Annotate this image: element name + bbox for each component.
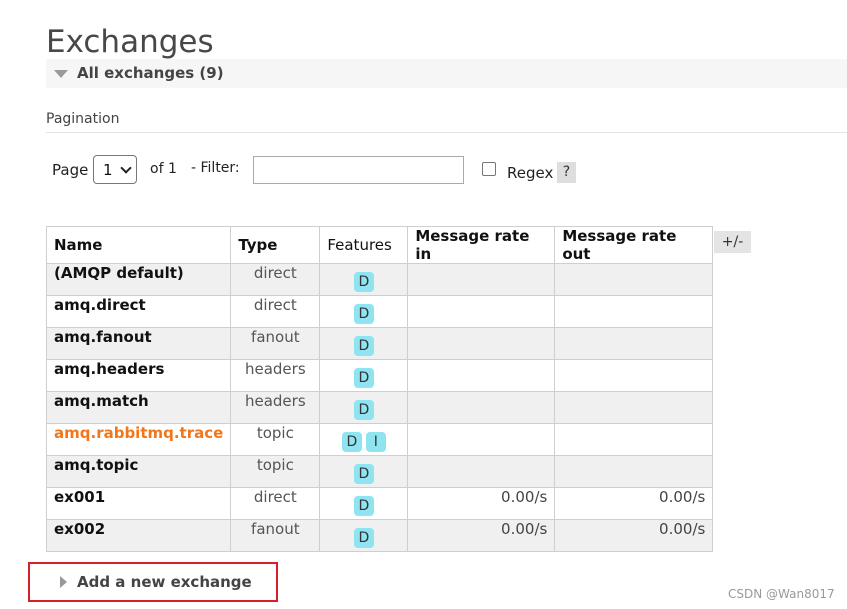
column-header-type[interactable]: Type (230, 226, 321, 264)
table-row[interactable]: ex002 fanout D 0.00/s 0.00/s (45, 519, 714, 552)
regex-checkbox[interactable] (482, 162, 496, 176)
filter-label: - Filter: (191, 160, 240, 176)
column-header-rate-out[interactable]: Message rate out (554, 226, 714, 264)
exchange-features: D (319, 519, 409, 552)
durable-badge: D (353, 527, 374, 548)
exchange-name-link[interactable]: ex002 (45, 519, 232, 552)
exchange-name-link[interactable]: amq.match (45, 391, 232, 424)
column-header-features: Features (319, 226, 409, 264)
table-header-row: Name Type Features Message rate in Messa… (45, 226, 714, 264)
table-row[interactable]: amq.headers headers D (45, 359, 714, 392)
durable-badge: D (353, 495, 374, 516)
page-select-value: 1 (103, 161, 113, 179)
table-row[interactable]: amq.fanout fanout D (45, 327, 714, 360)
exchange-features: D (319, 487, 409, 520)
message-rate-in (407, 327, 556, 360)
page-title: Exchanges (46, 24, 214, 60)
internal-badge: I (365, 431, 386, 452)
durable-badge: D (353, 335, 374, 356)
column-header-name[interactable]: Name (45, 226, 232, 264)
exchange-name-link[interactable]: amq.headers (45, 359, 232, 392)
message-rate-in (407, 391, 556, 424)
page-count-text: of 1 (150, 161, 177, 177)
toggle-columns-button[interactable]: +/- (714, 231, 751, 253)
all-exchanges-section-toggle[interactable]: All exchanges (9) (46, 59, 847, 88)
exchange-type: fanout (230, 519, 321, 552)
regex-label: Regex (507, 164, 554, 182)
pagination-divider (46, 132, 847, 133)
durable-badge: D (353, 399, 374, 420)
exchange-name-link[interactable]: amq.direct (45, 295, 232, 328)
table-row[interactable]: amq.rabbitmq.trace topic D I (45, 423, 714, 456)
section-label: All exchanges (9) (77, 64, 224, 82)
table-row[interactable]: amq.direct direct D (45, 295, 714, 328)
collapse-triangle-icon (54, 70, 68, 78)
regex-help-button[interactable]: ? (557, 162, 576, 183)
durable-badge: D (353, 271, 374, 292)
exchange-type: direct (230, 487, 321, 520)
durable-badge: D (353, 303, 374, 324)
message-rate-out (554, 455, 714, 488)
exchange-features: D (319, 263, 409, 296)
exchange-name-link[interactable]: amq.topic (45, 455, 232, 488)
chevron-down-icon (120, 162, 132, 174)
watermark: CSDN @Wan8017 (728, 587, 835, 601)
pagination-label: Pagination (46, 111, 120, 127)
table-row[interactable]: ex001 direct D 0.00/s 0.00/s (45, 487, 714, 520)
durable-badge: D (353, 463, 374, 484)
message-rate-out: 0.00/s (554, 519, 714, 552)
message-rate-in (407, 295, 556, 328)
message-rate-out (554, 263, 714, 296)
exchange-features: D (319, 327, 409, 360)
message-rate-out (554, 423, 714, 456)
expand-triangle-icon (60, 576, 67, 588)
table-row[interactable]: amq.match headers D (45, 391, 714, 424)
table-row[interactable]: (AMQP default) direct D (45, 263, 714, 296)
exchange-type: headers (230, 391, 321, 424)
exchange-type: fanout (230, 327, 321, 360)
message-rate-out (554, 295, 714, 328)
add-exchange-label: Add a new exchange (77, 573, 252, 591)
exchanges-table: Name Type Features Message rate in Messa… (45, 226, 714, 552)
exchange-type: topic (230, 455, 321, 488)
message-rate-out (554, 391, 714, 424)
exchange-type: direct (230, 295, 321, 328)
table-row[interactable]: amq.topic topic D (45, 455, 714, 488)
filter-input[interactable] (253, 156, 464, 184)
message-rate-in (407, 423, 556, 456)
exchange-features: D (319, 359, 409, 392)
exchange-name-link[interactable]: ex001 (45, 487, 232, 520)
exchange-type: headers (230, 359, 321, 392)
message-rate-in: 0.00/s (407, 519, 556, 552)
message-rate-out (554, 327, 714, 360)
message-rate-out: 0.00/s (554, 487, 714, 520)
exchange-features: D (319, 295, 409, 328)
page-select[interactable]: 1 (93, 155, 137, 184)
exchange-type: direct (230, 263, 321, 296)
message-rate-out (554, 359, 714, 392)
message-rate-in (407, 263, 556, 296)
page-word: Page (52, 161, 89, 179)
add-exchange-section-toggle[interactable]: Add a new exchange (28, 562, 278, 602)
exchange-type: topic (230, 423, 321, 456)
exchange-name-link[interactable]: amq.rabbitmq.trace (45, 423, 232, 456)
durable-badge: D (353, 367, 374, 388)
durable-badge: D (341, 431, 362, 452)
message-rate-in (407, 359, 556, 392)
exchange-features: D (319, 455, 409, 488)
column-header-rate-in[interactable]: Message rate in (407, 226, 556, 264)
exchange-name-link[interactable]: amq.fanout (45, 327, 232, 360)
message-rate-in (407, 455, 556, 488)
exchange-features: D (319, 391, 409, 424)
exchange-features: DI (319, 423, 409, 456)
exchange-name-link[interactable]: (AMQP default) (45, 263, 232, 296)
message-rate-in: 0.00/s (407, 487, 556, 520)
